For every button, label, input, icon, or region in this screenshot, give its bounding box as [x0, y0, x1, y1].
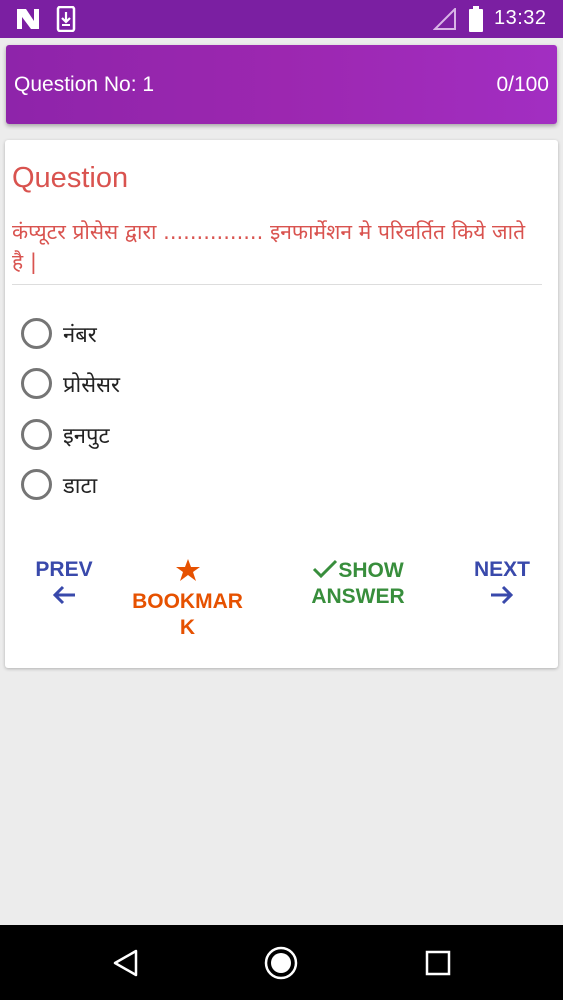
arrow-left-icon [52, 585, 75, 605]
recents-icon[interactable] [425, 950, 451, 976]
signal-icon [433, 8, 456, 30]
progress-count: 0/100 [496, 73, 549, 96]
option-label: डाटा [63, 474, 98, 499]
radio-button-icon[interactable] [21, 368, 52, 399]
bookmark-label-line1: BOOKMAR [132, 590, 243, 613]
question-text: कंप्यूटर प्रोसेस द्वारा ............... … [12, 220, 526, 274]
download-icon [56, 6, 76, 32]
option-label: इनपुट [63, 424, 110, 449]
next-button[interactable]: NEXT [467, 558, 537, 612]
option-label: नंबर [63, 323, 97, 348]
prev-button[interactable]: PREV [29, 558, 99, 612]
home-icon[interactable] [264, 946, 298, 980]
app-header: Question No: 1 0/100 [6, 45, 557, 124]
next-label: NEXT [473, 558, 530, 581]
show-label-line2: ANSWER [311, 585, 405, 608]
system-nav-bar [0, 925, 563, 1000]
option-label: प्रोसेसर [63, 373, 120, 398]
show-line: SHOW [303, 558, 413, 584]
radio-button-icon[interactable] [21, 419, 52, 450]
question-number: Question No: 1 [14, 73, 155, 96]
star-icon [175, 559, 200, 581]
radio-button-icon[interactable] [21, 318, 52, 349]
clock: 13:32 [494, 7, 547, 29]
check-icon [313, 559, 338, 579]
battery-icon [469, 6, 483, 32]
back-icon[interactable] [112, 949, 140, 977]
prev-label: PREV [35, 558, 93, 581]
option-4[interactable]: डाटा [21, 467, 321, 501]
bookmark-button[interactable]: BOOKMAR K [130, 558, 245, 641]
question-heading: Question [12, 162, 129, 194]
option-1[interactable]: नंबर [21, 316, 321, 350]
option-2[interactable]: प्रोसेसर [21, 366, 321, 400]
radio-button-icon[interactable] [21, 469, 52, 500]
bookmark-label-line2: K [179, 616, 196, 639]
status-bar: 13:32 [0, 0, 563, 38]
show-label-line1: SHOW [338, 559, 404, 582]
n-notification-icon [17, 9, 39, 29]
question-card: Question कंप्यूटर प्रोसेस द्वारा .......… [5, 140, 558, 668]
arrow-right-icon [491, 585, 514, 605]
divider [12, 284, 542, 285]
option-3[interactable]: इनपुट [21, 417, 321, 451]
show-answer-button[interactable]: SHOW ANSWER [303, 558, 413, 610]
